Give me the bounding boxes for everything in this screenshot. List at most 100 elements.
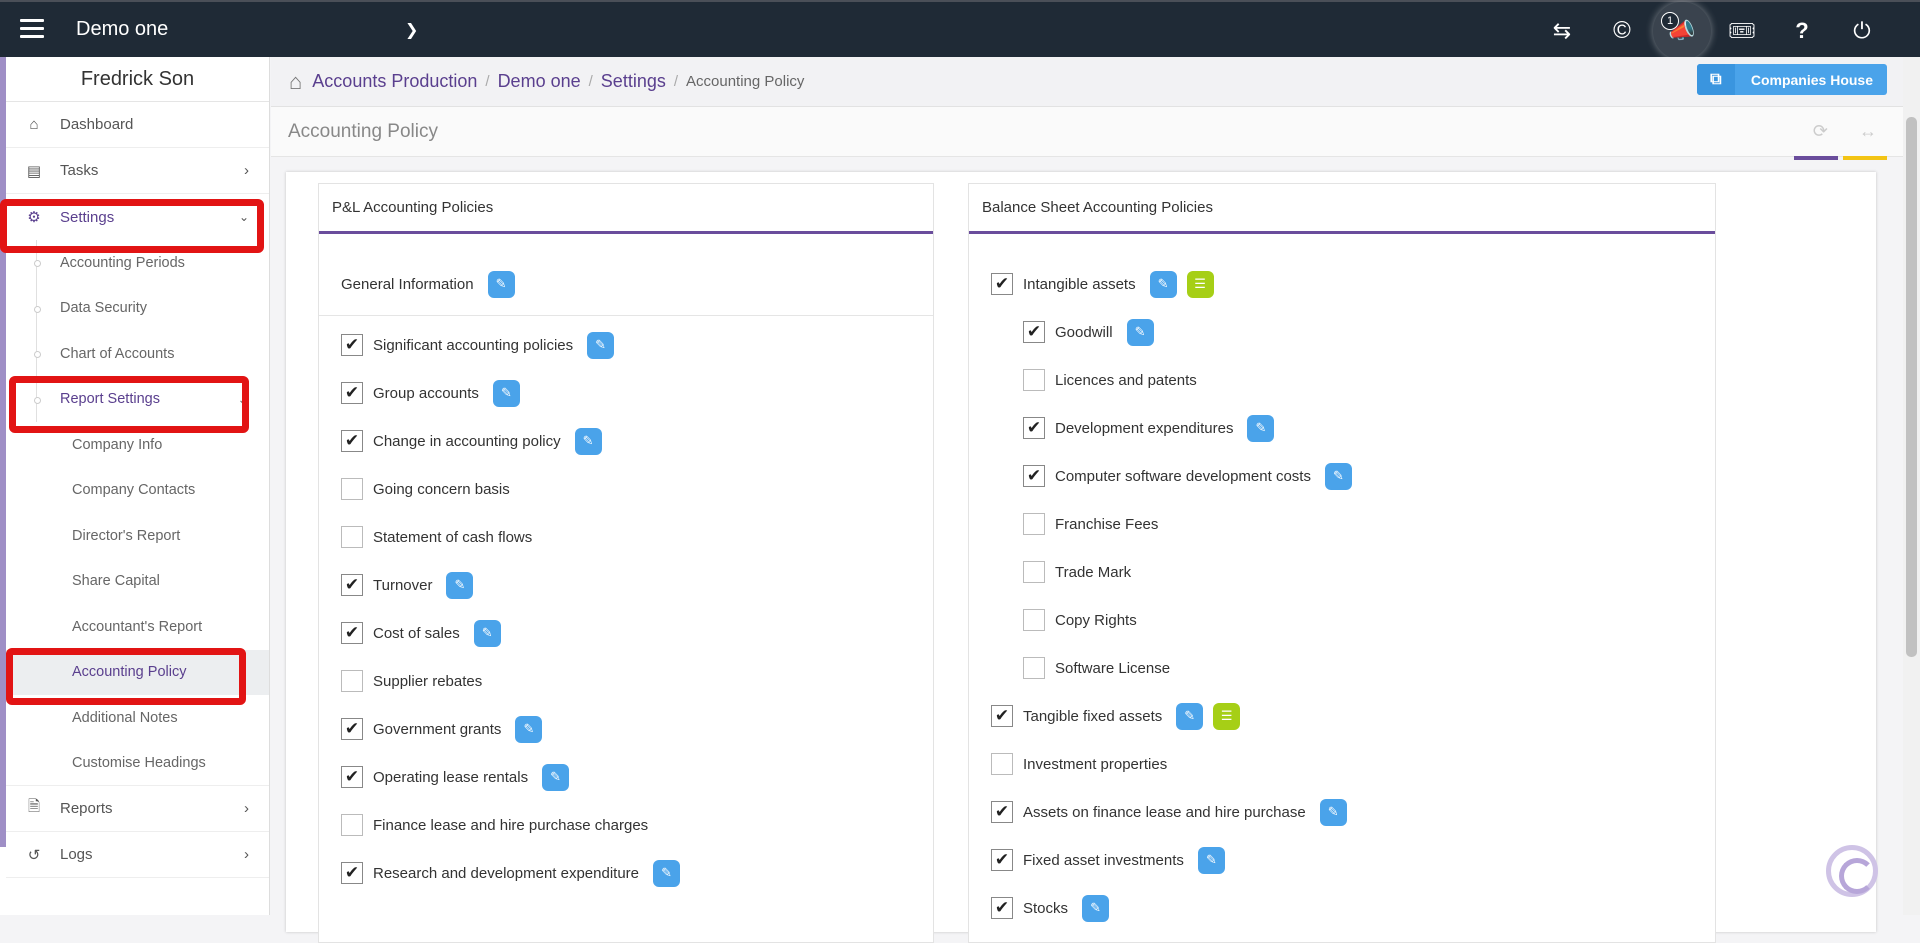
significant-accounting-policies-checkbox[interactable]: ✔ [341,334,363,356]
sidebar: Fredrick Son ⌂ Dashboard ▤ Tasks › ⚙ Set… [0,57,270,915]
sidebar-item-tasks[interactable]: ▤ Tasks › [6,148,269,194]
group-accounts-checkbox[interactable]: ✔ [341,382,363,404]
list-tangible-fixed-assets-button[interactable]: ☰ [1213,702,1241,730]
sidebar-item-logs[interactable]: ↺ Logs › [6,832,269,878]
pl-row-group-accounts: ✔ Group accounts ✎ [341,378,520,408]
tangible-fixed-assets-checkbox[interactable]: ✔ [991,705,1013,727]
edit-research-and-development-expenditure-button[interactable]: ✎ [653,859,681,887]
edit-group-accounts-button[interactable]: ✎ [492,379,520,407]
research-and-development-expenditure-checkbox[interactable]: ✔ [341,862,363,884]
assets-on-finance-lease-and-hire-purchase-checkbox[interactable]: ✔ [991,801,1013,823]
edit-significant-accounting-policies-button[interactable]: ✎ [587,331,615,359]
ticket-icon[interactable]: 🎟 [1712,2,1772,59]
history-icon: ↺ [27,846,41,864]
stocks-checkbox[interactable]: ✔ [991,897,1013,919]
page-header: Accounting Policy ⟳ ↔ [271,107,1920,160]
edit-turnover-button[interactable]: ✎ [446,571,474,599]
sidebar-item-directors-report[interactable]: Director's Report [6,513,269,559]
chevron-down-icon[interactable]: ❯ [405,20,418,40]
bs-policies-card: Balance Sheet Accounting Policies ✔ Intan… [968,183,1716,943]
finance-lease-and-hire-purchase-charges-checkbox[interactable] [341,814,363,836]
edit-tangible-fixed-assets-button[interactable]: ✎ [1176,702,1204,730]
page-scrollbar[interactable] [1903,57,1920,915]
fixed-asset-investments-checkbox[interactable]: ✔ [991,849,1013,871]
supplier-rebates-checkbox[interactable] [341,670,363,692]
bs-row-assets-on-finance-lease-and-hire-purchase: ✔ Assets on finance lease and hire purcha… [991,797,1347,827]
operating-lease-rentals-checkbox[interactable]: ✔ [341,766,363,788]
edit-intangible-assets-button[interactable]: ✎ [1149,270,1177,298]
investment-properties-checkbox[interactable] [991,753,1013,775]
copy-rights-label: Copy Rights [1055,611,1137,629]
software-license-checkbox[interactable] [1023,657,1045,679]
edit-operating-lease-rentals-button[interactable]: ✎ [542,763,570,791]
sidebar-item-accountants-report[interactable]: Accountant's Report [6,604,269,650]
home-icon[interactable]: ⌂ [289,69,302,95]
power-icon[interactable]: ⏻ [1832,2,1892,59]
breadcrumb-settings[interactable]: Settings [601,71,666,92]
edit-computer-software-development-costs-button[interactable]: ✎ [1324,462,1352,490]
government-grants-checkbox[interactable]: ✔ [341,718,363,740]
statement-of-cash-flows-label: Statement of cash flows [373,528,533,546]
development-expenditures-checkbox[interactable]: ✔ [1023,417,1045,439]
edit-cost-of-sales-button[interactable]: ✎ [473,619,501,647]
edit-change-in-accounting-policy-button[interactable]: ✎ [574,427,602,455]
help-icon[interactable]: ? [1772,2,1832,59]
sidebar-item-reports[interactable]: 🗎 Reports › [6,786,269,832]
main-content: ⌂ Accounts Production / Demo one / Setti… [271,57,1920,943]
edit-fixed-asset-investments-button[interactable]: ✎ [1197,846,1225,874]
edit-assets-on-finance-lease-and-hire-purchase-button[interactable]: ✎ [1319,798,1347,826]
copyright-icon[interactable]: © [1592,2,1652,59]
chevron-right-icon: › [244,800,249,817]
bs-row-intangible-assets: ✔ Intangible assets ✎ ☰ [991,269,1214,299]
sidebar-item-customise-headings[interactable]: Customise Headings [6,741,269,786]
sidebar-item-chart-of-accounts[interactable]: Chart of Accounts [6,331,269,377]
chevron-right-icon: › [244,162,249,179]
statement-of-cash-flows-checkbox[interactable] [341,526,363,548]
swap-icon[interactable]: ⇆ [1532,2,1592,59]
scroll-thumb[interactable] [1906,117,1917,657]
edit-development-expenditures-button[interactable]: ✎ [1247,414,1275,442]
pl-row-research-and-development-expenditure: ✔ Research and development expenditure ✎ [341,858,681,888]
going-concern-basis-checkbox[interactable] [341,478,363,500]
computer-software-development-costs-checkbox[interactable]: ✔ [1023,465,1045,487]
edit-government-grants-button[interactable]: ✎ [515,715,543,743]
bs-row-stocks: ✔ Stocks ✎ [991,893,1110,923]
goodwill-checkbox[interactable]: ✔ [1023,321,1045,343]
companies-house-button[interactable]: ⧉ Companies House [1696,64,1887,95]
tool-indicator-yellow [1843,156,1887,160]
cost-of-sales-label: Cost of sales [373,624,460,642]
bs-row-franchise-fees: Franchise Fees [1023,509,1172,539]
megaphone-icon[interactable]: 📣 1 [1652,2,1712,60]
pl-row-finance-lease-and-hire-purchase-charges: Finance lease and hire purchase charges [341,810,662,840]
workspace-title[interactable]: Demo one [76,18,168,41]
franchise-fees-checkbox[interactable] [1023,513,1045,535]
notification-badge: 1 [1661,12,1679,30]
change-in-accounting-policy-checkbox[interactable]: ✔ [341,430,363,452]
sidebar-item-data-security[interactable]: Data Security [6,286,269,332]
chat-widget-icon[interactable] [1826,845,1878,897]
assets-on-finance-lease-and-hire-purchase-label: Assets on finance lease and hire purchas… [1023,803,1306,821]
government-grants-label: Government grants [373,720,502,738]
bs-row-investment-properties: Investment properties [991,749,1181,779]
refresh-icon[interactable]: ⟳ [1813,121,1828,142]
group-accounts-label: Group accounts [373,384,479,402]
turnover-checkbox[interactable]: ✔ [341,574,363,596]
edit-goodwill-button[interactable]: ✎ [1126,318,1154,346]
sidebar-item-share-capital[interactable]: Share Capital [6,559,269,605]
cost-of-sales-checkbox[interactable]: ✔ [341,622,363,644]
sidebar-item-dashboard[interactable]: ⌂ Dashboard [6,102,269,148]
menu-icon[interactable] [20,19,44,39]
copy-rights-checkbox[interactable] [1023,609,1045,631]
breadcrumb-demo-one[interactable]: Demo one [498,71,581,92]
breadcrumb-accounts-production[interactable]: Accounts Production [312,71,477,92]
list-intangible-assets-button[interactable]: ☰ [1186,270,1214,298]
bs-row-tangible-fixed-assets: ✔ Tangible fixed assets ✎ ☰ [991,701,1241,731]
intangible-assets-checkbox[interactable]: ✔ [991,273,1013,295]
bs-row-copy-rights: Copy Rights [1023,605,1151,635]
edit-stocks-button[interactable]: ✎ [1082,894,1110,922]
edit-general-info-button[interactable]: ✎ [487,270,515,298]
expand-icon[interactable]: ↔ [1859,121,1877,142]
licences-and-patents-checkbox[interactable] [1023,369,1045,391]
sidebar-item-company-contacts[interactable]: Company Contacts [6,468,269,514]
trade-mark-checkbox[interactable] [1023,561,1045,583]
